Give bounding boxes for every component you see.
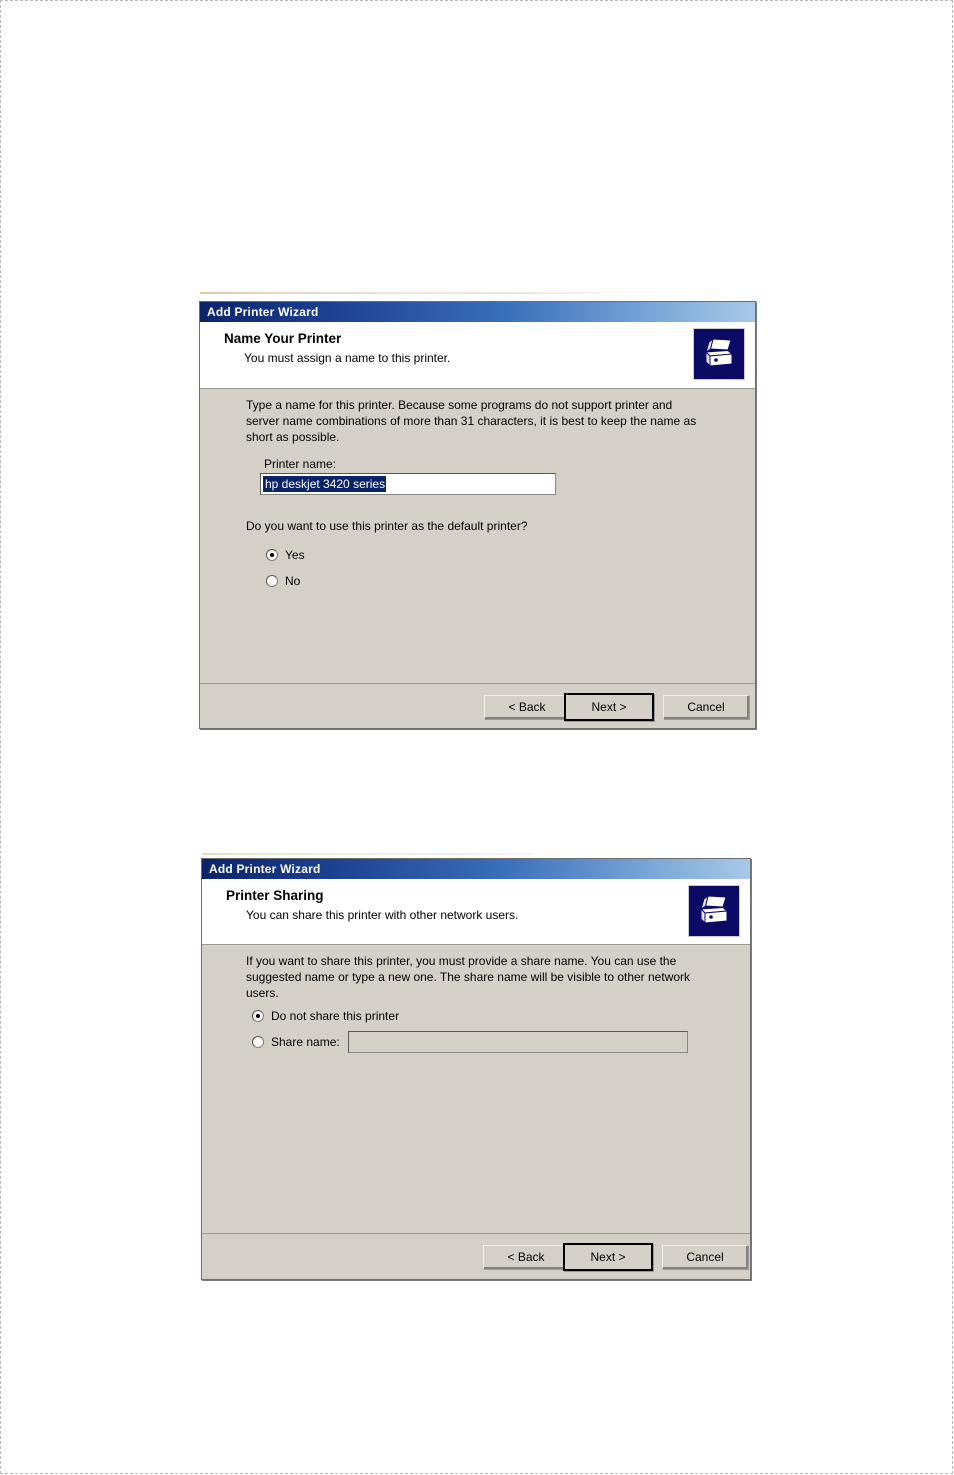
dialog-header-text: Name Your Printer You must assign a name… — [200, 322, 450, 366]
dialog-titlebar[interactable]: Add Printer Wizard — [202, 859, 750, 879]
back-button-label: < Back — [507, 1250, 545, 1264]
next-button-label: Next > — [591, 700, 627, 714]
dialog-header-band: Name Your Printer You must assign a name… — [200, 322, 755, 389]
next-button[interactable]: Next > — [564, 693, 654, 721]
instruction-text: Type a name for this printer. Because so… — [246, 398, 697, 444]
back-button[interactable]: < Back — [483, 1245, 569, 1269]
radio-indicator-yes — [266, 549, 278, 561]
radio-indicator-no — [266, 575, 278, 587]
printer-icon — [693, 328, 745, 380]
scan-artifact-top-1 — [200, 292, 600, 294]
scan-artifact-top-2 — [202, 853, 532, 855]
printer-name-input[interactable]: hp deskjet 3420 series — [260, 473, 556, 495]
page-subtitle: You can share this printer with other ne… — [246, 907, 519, 922]
back-button[interactable]: < Back — [484, 695, 570, 719]
radio-do-not-share[interactable]: Do not share this printer — [252, 1009, 399, 1023]
printer-name-value: hp deskjet 3420 series — [263, 476, 387, 492]
radio-label-yes: Yes — [285, 548, 305, 562]
dialog-titlebar[interactable]: Add Printer Wizard — [200, 302, 755, 322]
radio-label-no: No — [285, 574, 301, 588]
radio-label-do-not-share: Do not share this printer — [271, 1009, 400, 1023]
dialog-body: Type a name for this printer. Because so… — [200, 389, 755, 683]
radio-default-no[interactable]: No — [266, 574, 300, 588]
printer-name-label: Printer name: — [264, 457, 337, 471]
next-button-label: Next > — [590, 1250, 626, 1264]
cancel-button[interactable]: Cancel — [662, 1245, 748, 1269]
cancel-button-label: Cancel — [687, 700, 725, 714]
next-button[interactable]: Next > — [563, 1243, 653, 1271]
page-title: Printer Sharing — [226, 888, 324, 903]
radio-default-yes[interactable]: Yes — [266, 548, 305, 562]
dialog-header-text: Printer Sharing You can share this print… — [202, 879, 518, 923]
dialog-button-bar: < Back Next > Cancel — [202, 1233, 750, 1279]
radio-indicator-do-not-share — [252, 1010, 264, 1022]
radio-label-share-name: Share name: — [271, 1035, 340, 1049]
dialog-body: If you want to share this printer, you m… — [202, 945, 750, 1233]
page-subtitle: You must assign a name to this printer. — [244, 350, 451, 365]
share-name-input[interactable] — [348, 1031, 688, 1053]
dialog-button-bar: < Back Next > Cancel — [200, 683, 755, 728]
dialog-title-text: Add Printer Wizard — [207, 305, 319, 319]
back-button-label: < Back — [508, 700, 546, 714]
default-printer-question: Do you want to use this printer as the d… — [246, 519, 528, 533]
add-printer-wizard-name-dialog[interactable]: Add Printer Wizard Name Your Printer You… — [199, 301, 756, 729]
instruction-text: If you want to share this printer, you m… — [246, 954, 691, 1000]
cancel-button[interactable]: Cancel — [663, 695, 749, 719]
cancel-button-label: Cancel — [686, 1250, 724, 1264]
page-title: Name Your Printer — [224, 331, 342, 346]
dialog-header-band: Printer Sharing You can share this print… — [202, 879, 750, 945]
radio-indicator-share-name — [252, 1036, 264, 1048]
dialog-title-text: Add Printer Wizard — [209, 862, 321, 876]
radio-share-name[interactable]: Share name: — [252, 1035, 340, 1049]
printer-icon — [688, 885, 740, 937]
add-printer-wizard-sharing-dialog[interactable]: Add Printer Wizard Printer Sharing You c… — [201, 858, 751, 1280]
